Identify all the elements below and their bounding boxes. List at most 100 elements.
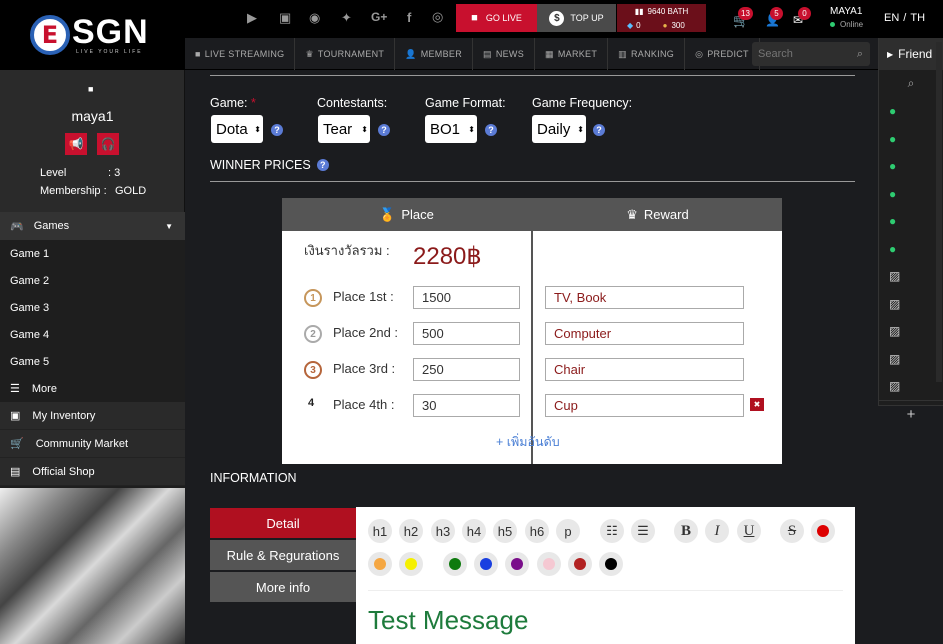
nav-live-streaming[interactable]: ■ LIVE STREAMING [185,38,296,70]
friend-item[interactable]: ▨ [879,373,943,401]
nav-ranking[interactable]: ▥ RANKING [608,38,686,70]
unordered-list-icon[interactable]: ☰ [631,519,655,543]
friend-item[interactable]: ▨ [879,345,943,373]
add-friend-button[interactable]: + [879,400,943,428]
search-icon[interactable]: ⌕ [857,48,863,61]
place-2-reward-input[interactable]: Computer [545,322,744,345]
briefcase-icon: ▣ [10,410,21,422]
bold-button[interactable]: B [674,519,698,543]
h3-button[interactable]: h3 [431,519,455,543]
sidebar-item-game-5[interactable]: Game 5 [0,348,185,375]
sidebar-item-community-market[interactable]: 🛒 Community Market [0,430,185,458]
go-live-button[interactable]: ■ GO LIVE [456,4,537,32]
color-black-button[interactable] [599,552,623,576]
nav-news[interactable]: ▤ NEWS [473,38,536,70]
h5-button[interactable]: h5 [493,519,517,543]
friend-item[interactable]: ● [879,180,943,208]
sidebar-item-more[interactable]: ☰ More [0,375,185,402]
frequency-select[interactable]: Daily ⬍ [532,115,586,143]
contestants-select[interactable]: Tear ⬍ [318,115,370,143]
color-orange-button[interactable] [368,552,392,576]
sidebar-item-game-3[interactable]: Game 3 [0,294,185,321]
h6-button[interactable]: h6 [525,519,549,543]
color-green-button[interactable] [443,552,467,576]
nav-market[interactable]: ▦ MARKET [535,38,609,70]
friend-panel-header[interactable]: ▶ Friend [879,38,943,70]
search-input[interactable] [752,48,857,60]
nav-predict[interactable]: ◎ PREDICT [685,38,760,70]
game-select[interactable]: Dota ⬍ [211,115,263,143]
h4-button[interactable]: h4 [462,519,486,543]
format-help-icon[interactable]: ? [485,124,497,136]
game-help-icon[interactable]: ? [271,124,283,136]
h1-button[interactable]: h1 [368,519,392,543]
place-3-amount-input[interactable]: 250 [413,358,520,381]
lang-en[interactable]: EN [884,12,899,24]
editor-content[interactable]: Test Message [368,605,528,636]
place-4-amount-input[interactable]: 30 [413,394,520,417]
friend-item[interactable]: ▨ [879,290,943,318]
friend-item[interactable]: ● [879,153,943,181]
nav-tournament[interactable]: ♛ TOURNAMENT [295,38,396,70]
sidebar-item-game-2[interactable]: Game 2 [0,267,185,294]
add-rank-link[interactable]: + เพิ่มอันดับ [496,432,560,452]
place-1-amount-input[interactable]: 1500 [413,286,520,309]
h2-button[interactable]: h2 [399,519,423,543]
tab-more-info[interactable]: More info [210,572,356,602]
tab-detail[interactable]: Detail [210,508,356,538]
sidebar-item-official-shop[interactable]: ▤ Official Shop [0,458,185,486]
friend-item[interactable]: ● [879,235,943,263]
youtube-icon[interactable]: ▶ [247,10,257,26]
tab-rules[interactable]: Rule & Regurations [210,540,356,570]
color-darkred-button[interactable] [568,552,592,576]
ordered-list-icon[interactable]: ☷ [600,519,624,543]
friend-item[interactable]: ▨ [879,263,943,291]
status-indicator: ■ [88,84,94,94]
place-4-reward-input[interactable]: Cup [545,394,744,417]
paragraph-button[interactable]: p [556,519,580,543]
broadcast-icon[interactable]: 📢 [65,133,87,155]
color-purple-button[interactable] [505,552,529,576]
brand-logo[interactable]: E SGN LIVE YOUR LIFE [0,0,185,70]
googleplus-icon[interactable]: G+ [371,10,387,24]
color-swatch [374,558,386,570]
team-logos-banner[interactable] [0,488,185,644]
nav-member[interactable]: 👤 MEMBER [395,38,474,70]
twitch-icon[interactable]: ▣ [279,10,291,26]
friend-item[interactable]: ▨ [879,318,943,346]
twitter-icon[interactable]: ✦ [341,10,352,26]
headset-icon[interactable]: 🎧 [97,133,119,155]
remove-place-4-button[interactable]: ✖ [750,398,764,411]
color-blue-button[interactable] [474,552,498,576]
wallet-panel[interactable]: ▮▮ 9640 BATH ◆ 0 ● 300 [617,4,706,32]
place-2-amount-input[interactable]: 500 [413,322,520,345]
sidebar-item-game-1[interactable]: Game 1 [0,240,185,267]
top-up-button[interactable]: $ TOP UP [537,4,616,32]
header-username[interactable]: MAYA1 [830,6,862,17]
wallet-balance: 9640 BATH [647,6,689,16]
friend-search-icon[interactable]: ⌕ [879,70,943,98]
place-1-reward-input[interactable]: TV, Book [545,286,744,309]
frequency-help-icon[interactable]: ? [593,124,605,136]
strikethrough-button[interactable]: S [780,519,804,543]
lang-th[interactable]: TH [910,12,925,24]
friend-item[interactable]: ● [879,208,943,236]
color-pink-button[interactable] [537,552,561,576]
friend-item[interactable]: ● [879,98,943,126]
place-3-reward-input[interactable]: Chair [545,358,744,381]
sidebar-item-inventory[interactable]: ▣ My Inventory [0,402,185,430]
underline-button[interactable]: U [737,519,761,543]
italic-button[interactable]: I [705,519,729,543]
color-yellow-button[interactable] [399,552,423,576]
instagram-icon[interactable]: ◎ [432,9,443,25]
sidebar-item-games[interactable]: 🎮 Games ▼ [0,212,185,240]
facebook-icon[interactable]: f [407,10,411,25]
sidebar-item-game-4[interactable]: Game 4 [0,321,185,348]
friend-scrollbar[interactable] [936,42,942,382]
steam-icon[interactable]: ◉ [309,10,320,26]
color-red-button[interactable] [811,519,835,543]
format-select[interactable]: BO1 ⬍ [425,115,477,143]
winner-help-icon[interactable]: ? [316,159,329,171]
contestants-help-icon[interactable]: ? [378,124,390,136]
friend-item[interactable]: ● [879,125,943,153]
